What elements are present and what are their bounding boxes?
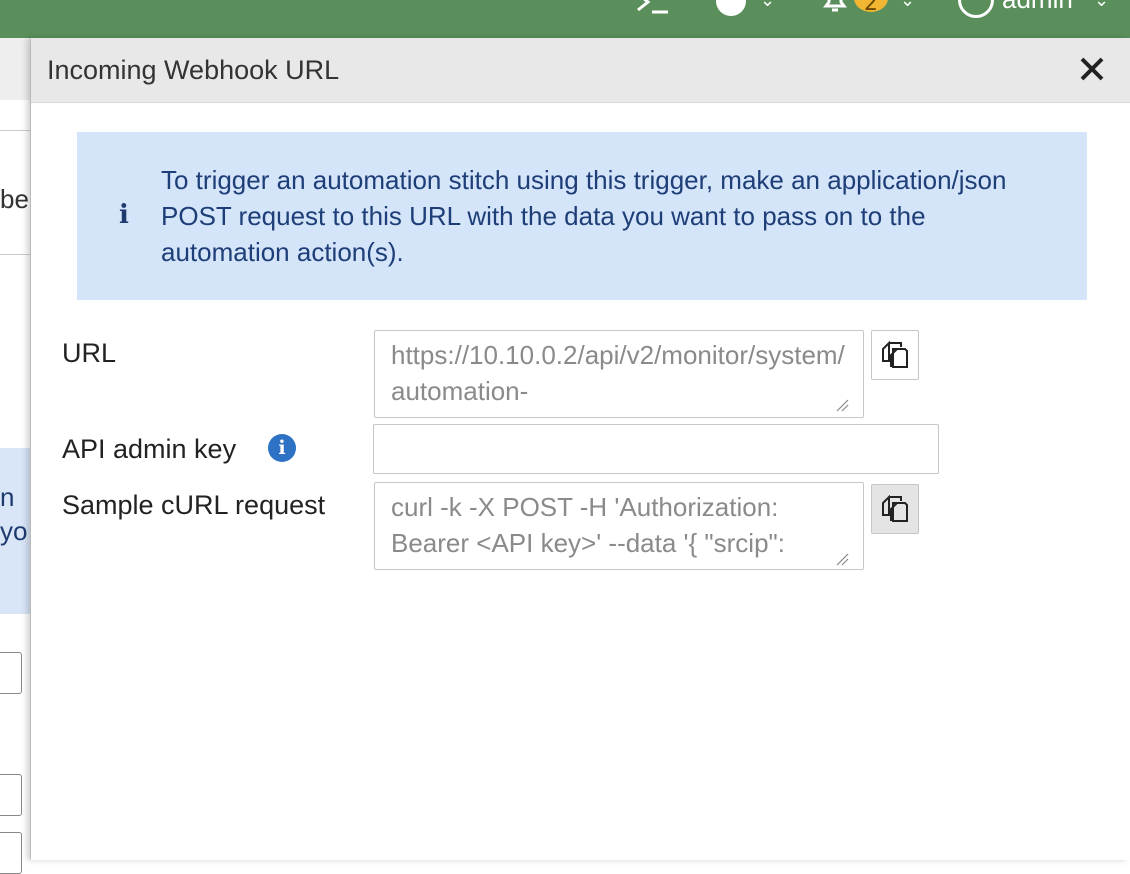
curl-label: Sample cURL request [62,490,326,520]
help-chevron-down-icon[interactable]: ⌄ [760,0,775,11]
background-toolbar [0,38,30,100]
background-copy-button[interactable] [0,832,22,874]
info-icon[interactable]: i [268,434,296,462]
api-key-field[interactable] [373,424,939,474]
copy-url-button[interactable] [871,330,919,380]
url-field[interactable]: https://10.10.0.2/api/v2/monitor/system/… [374,330,864,418]
url-label: URL [62,338,117,368]
user-icon[interactable] [958,0,994,18]
info-message: To trigger an automation stitch using th… [161,165,1007,267]
background-input[interactable] [0,774,22,816]
background-copy-button[interactable] [0,652,22,694]
background-text: be [0,184,29,214]
user-name[interactable]: admin [1002,0,1073,15]
notifications-chevron-down-icon[interactable]: ⌄ [900,0,915,11]
cli-icon[interactable] [636,0,670,18]
bell-icon[interactable] [820,0,850,14]
webhook-url-panel: Incoming Webhook URL i To trigger an aut… [31,38,1130,860]
background-page: be n yo [0,38,31,874]
background-divider [0,130,30,131]
close-icon[interactable] [1077,54,1107,84]
copy-curl-button[interactable] [871,484,919,534]
top-header: ⌄ 2 ⌄ admin ⌄ [0,0,1130,38]
panel-header: Incoming Webhook URL [31,38,1130,103]
api-key-label: API admin key [62,434,237,464]
user-chevron-down-icon[interactable]: ⌄ [1094,0,1109,11]
resize-handle-icon[interactable] [835,398,849,412]
help-icon[interactable] [716,0,746,16]
panel-title: Incoming Webhook URL [47,55,340,85]
copy-icon [882,494,908,522]
background-info-box: n yo [0,448,30,614]
copy-icon [882,340,908,368]
background-divider [0,254,30,255]
resize-handle-icon[interactable] [835,552,849,566]
background-text: yo [0,516,28,546]
curl-request-field[interactable]: curl -k -X POST -H 'Authorization: Beare… [374,482,864,570]
info-message-box: i To trigger an automation stitch using … [77,132,1087,300]
info-icon: i [119,200,129,230]
background-text: n [0,482,15,512]
notification-count-badge[interactable]: 2 [854,0,888,16]
